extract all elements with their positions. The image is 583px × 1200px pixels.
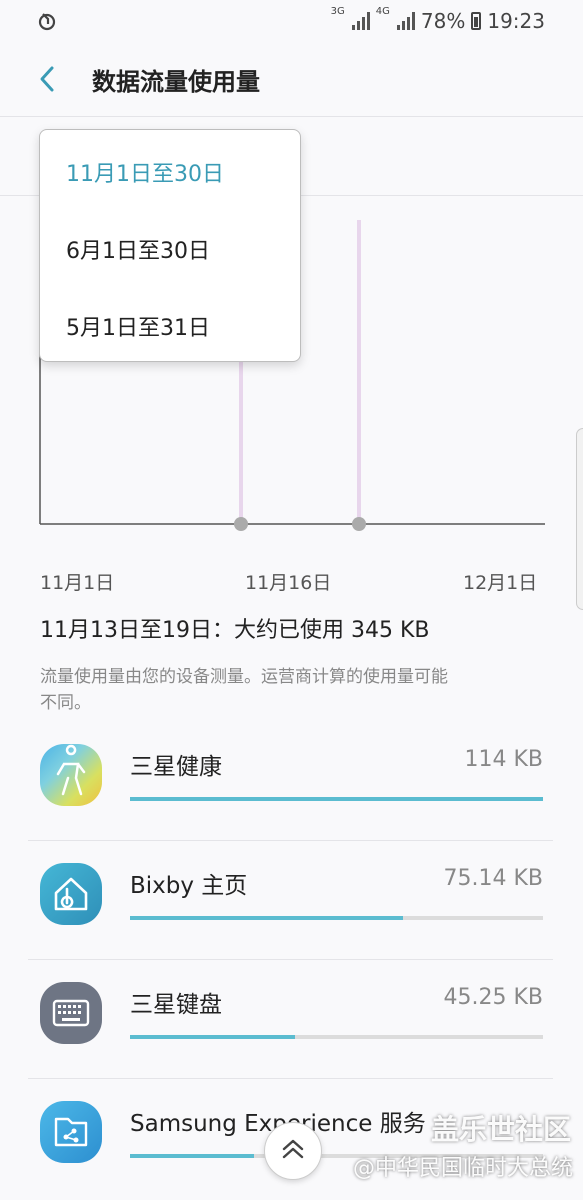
status-bar: 3G 4G 78% 19:23 bbox=[0, 0, 583, 42]
x-tick-label: 12月1日 bbox=[463, 572, 538, 594]
period-dropdown: 11月1日至30日 6月1日至30日 5月1日至31日 bbox=[39, 129, 301, 362]
app-usage: 114 KB bbox=[464, 747, 543, 772]
usage-summary: 11月13日至19日：大约已使用 345 KB bbox=[40, 618, 430, 643]
usage-bar bbox=[130, 1035, 543, 1039]
x-tick-label: 11月16日 bbox=[245, 572, 332, 594]
app-row[interactable]: Bixby 主页 75.14 KB bbox=[28, 841, 553, 960]
scroll-to-top-button[interactable] bbox=[264, 1122, 322, 1180]
chevron-up-icon bbox=[282, 1139, 304, 1159]
app-name: Bixby 主页 bbox=[130, 873, 248, 899]
usage-bar-fill bbox=[130, 916, 403, 920]
dropdown-item-jun[interactable]: 6月1日至30日 bbox=[66, 233, 210, 265]
dropdown-item-may[interactable]: 5月1日至31日 bbox=[66, 310, 210, 342]
usage-bar-fill bbox=[130, 1035, 296, 1039]
battery-percent: 78% bbox=[420, 9, 466, 33]
app-usage: 45.25 KB bbox=[443, 985, 544, 1010]
edge-panel-handle[interactable] bbox=[576, 428, 583, 610]
app-name: 三星键盘 bbox=[130, 992, 222, 1018]
app-usage: 75.14 KB bbox=[443, 866, 544, 891]
network-type-1: 3G bbox=[330, 6, 345, 17]
range-end-handle[interactable] bbox=[352, 517, 366, 531]
battery-icon bbox=[471, 12, 482, 30]
usage-bar bbox=[130, 797, 543, 801]
dropdown-item-nov[interactable]: 11月1日至30日 bbox=[66, 156, 224, 188]
clock: 19:23 bbox=[487, 9, 545, 33]
notification-app-icon bbox=[38, 13, 56, 31]
page-title: 数据流量使用量 bbox=[92, 68, 260, 96]
app-name: 三星健康 bbox=[130, 754, 222, 780]
app-header: 数据流量使用量 bbox=[0, 42, 583, 117]
usage-bar-fill bbox=[130, 797, 543, 801]
x-tick-label: 11月1日 bbox=[40, 572, 115, 594]
samsung-health-icon bbox=[40, 744, 102, 806]
watermark-title: 盖乐世社区 bbox=[430, 1113, 571, 1146]
bixby-home-icon bbox=[40, 863, 102, 925]
signal-icon bbox=[351, 12, 370, 30]
watermark-user: @中华民国临时大总统 bbox=[352, 1156, 573, 1181]
usage-bar bbox=[130, 916, 543, 920]
samsung-keyboard-icon bbox=[40, 982, 102, 1044]
range-start-handle[interactable] bbox=[234, 517, 248, 531]
usage-bar-fill bbox=[130, 1154, 254, 1158]
app-row[interactable]: 三星键盘 45.25 KB bbox=[28, 960, 553, 1079]
network-type-2: 4G bbox=[375, 6, 390, 17]
app-row[interactable]: 三星健康 114 KB bbox=[28, 722, 553, 841]
samsung-experience-icon bbox=[40, 1101, 102, 1163]
usage-note: 流量使用量由您的设备测量。运营商计算的使用量可能不同。 bbox=[40, 667, 448, 713]
back-arrow-icon[interactable] bbox=[34, 64, 60, 94]
signal-icon bbox=[396, 12, 415, 30]
